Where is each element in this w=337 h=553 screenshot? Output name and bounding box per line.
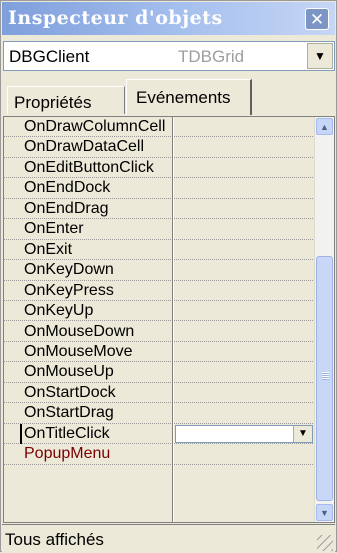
event-name: OnKeyUp [24, 302, 94, 320]
vertical-scrollbar[interactable]: ▲ ▼ [314, 117, 334, 522]
event-row[interactable]: OnKeyDown [4, 260, 315, 281]
handler-dropdown-button[interactable]: ▼ [293, 425, 312, 442]
chevron-down-icon: ▼ [314, 49, 326, 63]
event-name: PopupMenu [24, 445, 111, 463]
chevron-down-icon: ▼ [298, 428, 308, 440]
object-type: TDBGrid [178, 47, 245, 66]
combo-dropdown-button[interactable]: ▼ [307, 43, 333, 69]
event-name: OnMouseUp [24, 363, 114, 381]
event-name: OnTitleClick [24, 424, 110, 442]
event-row[interactable]: OnDrawColumnCell [4, 117, 315, 138]
tab-properties-label: Propriétés [14, 93, 92, 112]
column-divider-highlight [173, 117, 174, 522]
object-inspector-window: Inspecteur d'objets ✕ DBGClient TDBGrid … [0, 0, 337, 553]
grip-icon [322, 372, 329, 380]
event-name: OnMouseDown [24, 322, 135, 340]
object-name: DBGClient [9, 47, 90, 66]
event-grid: OnDrawColumnCell OnDrawDataCell OnEditBu… [3, 116, 335, 523]
event-row[interactable]: OnEndDock [4, 178, 315, 199]
event-row[interactable]: OnKeyUp [4, 301, 315, 322]
tab-events-label: Evénements [136, 88, 231, 107]
event-row[interactable]: PopupMenu [4, 444, 315, 465]
event-row[interactable]: OnMouseUp [4, 362, 315, 383]
scroll-down-button[interactable]: ▼ [316, 504, 333, 521]
event-name: OnDrawColumnCell [24, 118, 166, 135]
event-name: OnExit [24, 240, 73, 258]
chevron-down-icon: ▼ [320, 507, 329, 518]
scroll-up-button[interactable]: ▲ [316, 118, 333, 135]
resize-grip-icon[interactable] [317, 535, 333, 551]
event-row[interactable]: OnMouseDown [4, 322, 315, 342]
event-name: OnEndDock [24, 179, 111, 197]
event-name: OnEnter [24, 220, 84, 238]
event-row[interactable]: OnExit [4, 240, 315, 261]
event-row[interactable]: OnEnter [4, 219, 315, 240]
event-row[interactable]: OnEditButtonClick [4, 158, 315, 179]
event-row[interactable]: OnDrawDataCell [4, 137, 315, 158]
status-text: Tous affichés [5, 530, 104, 549]
event-name: OnStartDock [24, 383, 116, 401]
event-name: OnEndDrag [24, 199, 109, 217]
event-row[interactable]: OnKeyPress [4, 281, 315, 302]
event-row[interactable]: OnStartDrag [4, 403, 315, 424]
tab-strip: Propriétés Evénements [1, 76, 337, 116]
object-selector-combo[interactable]: DBGClient TDBGrid ▼ [3, 41, 335, 71]
event-name: OnStartDrag [24, 404, 114, 422]
event-name: OnDrawDataCell [24, 138, 145, 156]
event-name: OnMouseMove [24, 342, 133, 360]
close-button[interactable]: ✕ [305, 8, 329, 30]
event-row[interactable]: OnEndDrag [4, 199, 315, 220]
window-title: Inspecteur d'objets [8, 7, 223, 29]
event-name: OnKeyDown [24, 261, 114, 279]
close-icon: ✕ [309, 9, 325, 29]
event-row-selected[interactable]: OnTitleClick ▼ [4, 423, 315, 445]
event-handler-combo[interactable]: ▼ [175, 424, 313, 443]
event-row[interactable]: OnStartDock [4, 383, 315, 404]
tab-events[interactable]: Evénements [126, 79, 252, 115]
scroll-thumb[interactable] [316, 256, 333, 501]
event-name: OnKeyPress [24, 281, 114, 299]
selection-marker [20, 423, 22, 444]
tab-properties[interactable]: Propriétés [7, 86, 125, 114]
title-bar[interactable]: Inspecteur d'objets ✕ [2, 2, 335, 35]
event-row[interactable]: OnMouseMove [4, 342, 315, 363]
status-bar: Tous affichés [2, 524, 335, 553]
event-name: OnEditButtonClick [24, 158, 154, 176]
chevron-up-icon: ▲ [320, 121, 329, 132]
